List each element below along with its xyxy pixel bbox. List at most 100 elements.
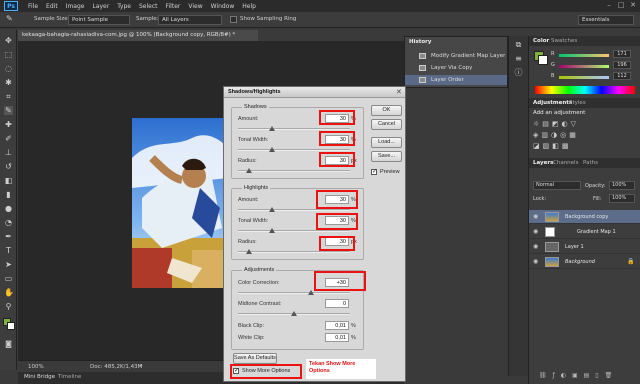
tab-paths[interactable]: Paths bbox=[583, 158, 598, 168]
menu-window[interactable]: Window bbox=[207, 3, 239, 10]
layer-name[interactable]: Gradient Map 1 bbox=[577, 229, 616, 235]
color-correction-track[interactable] bbox=[238, 292, 350, 294]
history-panel-title[interactable]: History bbox=[409, 39, 431, 45]
save-as-defaults-button[interactable]: Save As Defaults bbox=[233, 353, 277, 364]
document-tab[interactable]: kekaaga-bahagia-rahasiadiva-com.jpg @ 10… bbox=[18, 30, 258, 41]
shadows-amount-slider-thumb[interactable] bbox=[268, 126, 275, 131]
sampling-ring-checkbox[interactable] bbox=[230, 16, 237, 23]
shape-tool-icon[interactable]: ▭ bbox=[4, 274, 13, 283]
path-select-tool-icon[interactable]: ➤ bbox=[4, 260, 13, 269]
tab-color[interactable]: Color bbox=[533, 36, 549, 46]
highlights-amount-slider-thumb[interactable] bbox=[268, 207, 275, 212]
visibility-eye-icon[interactable]: ◉ bbox=[533, 228, 538, 235]
adjustment-icons-row-2[interactable]: ◈▥◑◎▦ bbox=[533, 131, 633, 139]
menu-file[interactable]: File bbox=[24, 3, 42, 10]
shadows-amount-track[interactable] bbox=[238, 128, 350, 130]
tab-channels[interactable]: Channels bbox=[553, 158, 578, 168]
black-clip-input[interactable]: 0,01 bbox=[325, 321, 349, 330]
layer-row[interactable]: ◉ Layer 1 bbox=[529, 240, 640, 254]
pen-tool-icon[interactable]: ✒ bbox=[4, 232, 13, 241]
shadows-tonal-track[interactable] bbox=[238, 149, 350, 151]
history-brush-icon[interactable]: ↺ bbox=[4, 162, 13, 171]
crop-tool-icon[interactable]: ⌗ bbox=[4, 92, 13, 101]
visibility-eye-icon[interactable]: ◉ bbox=[533, 213, 538, 220]
highlights-tonal-slider-thumb[interactable] bbox=[268, 228, 275, 233]
channel-value[interactable]: 196 bbox=[613, 61, 631, 69]
dialog-close-icon[interactable]: ✕ bbox=[396, 88, 402, 96]
layer-row[interactable]: ◉ Background 🔒 bbox=[529, 255, 640, 269]
dialog-title[interactable]: Shadows/Highlights bbox=[224, 87, 405, 98]
visibility-eye-icon[interactable]: ◉ bbox=[533, 243, 538, 250]
color-spectrum-bar[interactable] bbox=[535, 86, 635, 94]
shadows-tonal-slider-thumb[interactable] bbox=[268, 147, 275, 152]
channel-value[interactable]: 112 bbox=[613, 72, 631, 80]
workspace-select[interactable]: Essentials bbox=[578, 15, 634, 25]
tab-layers[interactable]: Layers bbox=[533, 158, 553, 168]
layers-footer-icons[interactable]: ⛓ƒ◐▣▤▯🗑 bbox=[539, 372, 635, 380]
adjustment-icons-row-3[interactable]: ◪▨◧▩ bbox=[533, 142, 633, 150]
blend-mode-select[interactable]: Normal bbox=[533, 181, 581, 190]
history-item[interactable]: Modify Gradient Map Layer bbox=[405, 51, 507, 61]
brush-tool-icon[interactable]: ✐ bbox=[4, 134, 13, 143]
white-clip-input[interactable]: 0,01 bbox=[325, 333, 349, 342]
midtone-contrast-slider-thumb[interactable] bbox=[291, 311, 297, 316]
history-item[interactable]: Layer Via Copy bbox=[405, 63, 507, 73]
opacity-input[interactable]: 100% bbox=[609, 181, 635, 190]
color-correction-slider-thumb[interactable] bbox=[307, 290, 314, 295]
ok-button[interactable]: OK bbox=[371, 105, 402, 116]
blue-channel-slider[interactable]: B 112 bbox=[551, 72, 639, 81]
tab-mini-bridge[interactable]: Mini Bridge bbox=[24, 374, 55, 380]
tab-swatches[interactable]: Swatches bbox=[551, 36, 577, 46]
channel-gradient[interactable] bbox=[559, 54, 609, 57]
layer-row[interactable]: ◉ Gradient Map 1 bbox=[529, 225, 640, 239]
cancel-button[interactable]: Cancel bbox=[371, 119, 402, 130]
eraser-tool-icon[interactable]: ◧ bbox=[4, 176, 13, 185]
menu-view[interactable]: View bbox=[184, 3, 206, 10]
midtone-contrast-input[interactable]: 0 bbox=[325, 299, 349, 308]
layer-name[interactable]: Layer 1 bbox=[565, 244, 584, 250]
gradient-tool-icon[interactable]: ▮ bbox=[4, 190, 13, 199]
layer-name[interactable]: Background copy bbox=[565, 214, 608, 220]
channel-gradient[interactable] bbox=[559, 65, 609, 68]
dodge-tool-icon[interactable]: ◔ bbox=[4, 218, 13, 227]
adjustment-icons-row-1[interactable]: ☼▤◩◐▽ bbox=[533, 120, 633, 128]
layer-row[interactable]: ◉ Background copy bbox=[529, 210, 640, 224]
eyedropper-icon[interactable]: ✎ bbox=[6, 14, 13, 23]
fill-input[interactable]: 100% bbox=[609, 194, 635, 203]
quick-mask-icon[interactable]: ◙ bbox=[4, 340, 13, 349]
history-dock-icon[interactable]: ⧉ bbox=[514, 40, 523, 49]
info-dock-icon[interactable]: ⓘ bbox=[514, 68, 523, 77]
layer-name[interactable]: Background bbox=[565, 259, 595, 265]
highlights-radius-slider-thumb[interactable] bbox=[246, 249, 253, 254]
channel-gradient[interactable] bbox=[559, 76, 609, 79]
lasso-tool-icon[interactable]: ◌ bbox=[4, 64, 13, 73]
healing-tool-icon[interactable]: ✚ bbox=[4, 120, 13, 129]
color-background-swatch[interactable] bbox=[538, 55, 548, 65]
menu-help[interactable]: Help bbox=[238, 3, 260, 10]
tab-timeline[interactable]: Timeline bbox=[58, 374, 81, 380]
zoom-level[interactable]: 100% bbox=[28, 364, 44, 370]
sample-size-select[interactable]: Point Sample bbox=[68, 15, 130, 25]
red-channel-slider[interactable]: R 171 bbox=[551, 50, 639, 59]
shadows-radius-track[interactable] bbox=[238, 170, 350, 172]
type-tool-icon[interactable]: T bbox=[4, 246, 13, 255]
background-color-swatch[interactable] bbox=[7, 322, 15, 330]
maximize-icon[interactable]: □ bbox=[616, 1, 626, 10]
menu-edit[interactable]: Edit bbox=[42, 3, 62, 10]
highlights-radius-track[interactable] bbox=[238, 251, 350, 253]
tab-styles[interactable]: Styles bbox=[569, 98, 586, 108]
tab-adjustments[interactable]: Adjustments bbox=[533, 98, 572, 108]
highlights-amount-track[interactable] bbox=[238, 209, 350, 211]
properties-dock-icon[interactable]: ≡ bbox=[514, 54, 523, 63]
green-channel-slider[interactable]: G 196 bbox=[551, 61, 639, 70]
close-icon[interactable]: ✕ bbox=[628, 1, 638, 10]
menu-type[interactable]: Type bbox=[113, 3, 135, 10]
menu-filter[interactable]: Filter bbox=[162, 3, 185, 10]
load-button[interactable]: Load... bbox=[371, 137, 402, 148]
stamp-tool-icon[interactable]: ⊥ bbox=[4, 148, 13, 157]
shadows-radius-slider-thumb[interactable] bbox=[246, 168, 253, 173]
minimize-icon[interactable]: – bbox=[604, 1, 614, 10]
visibility-eye-icon[interactable]: ◉ bbox=[533, 258, 538, 265]
save-button[interactable]: Save... bbox=[371, 151, 402, 162]
menu-image[interactable]: Image bbox=[62, 3, 89, 10]
